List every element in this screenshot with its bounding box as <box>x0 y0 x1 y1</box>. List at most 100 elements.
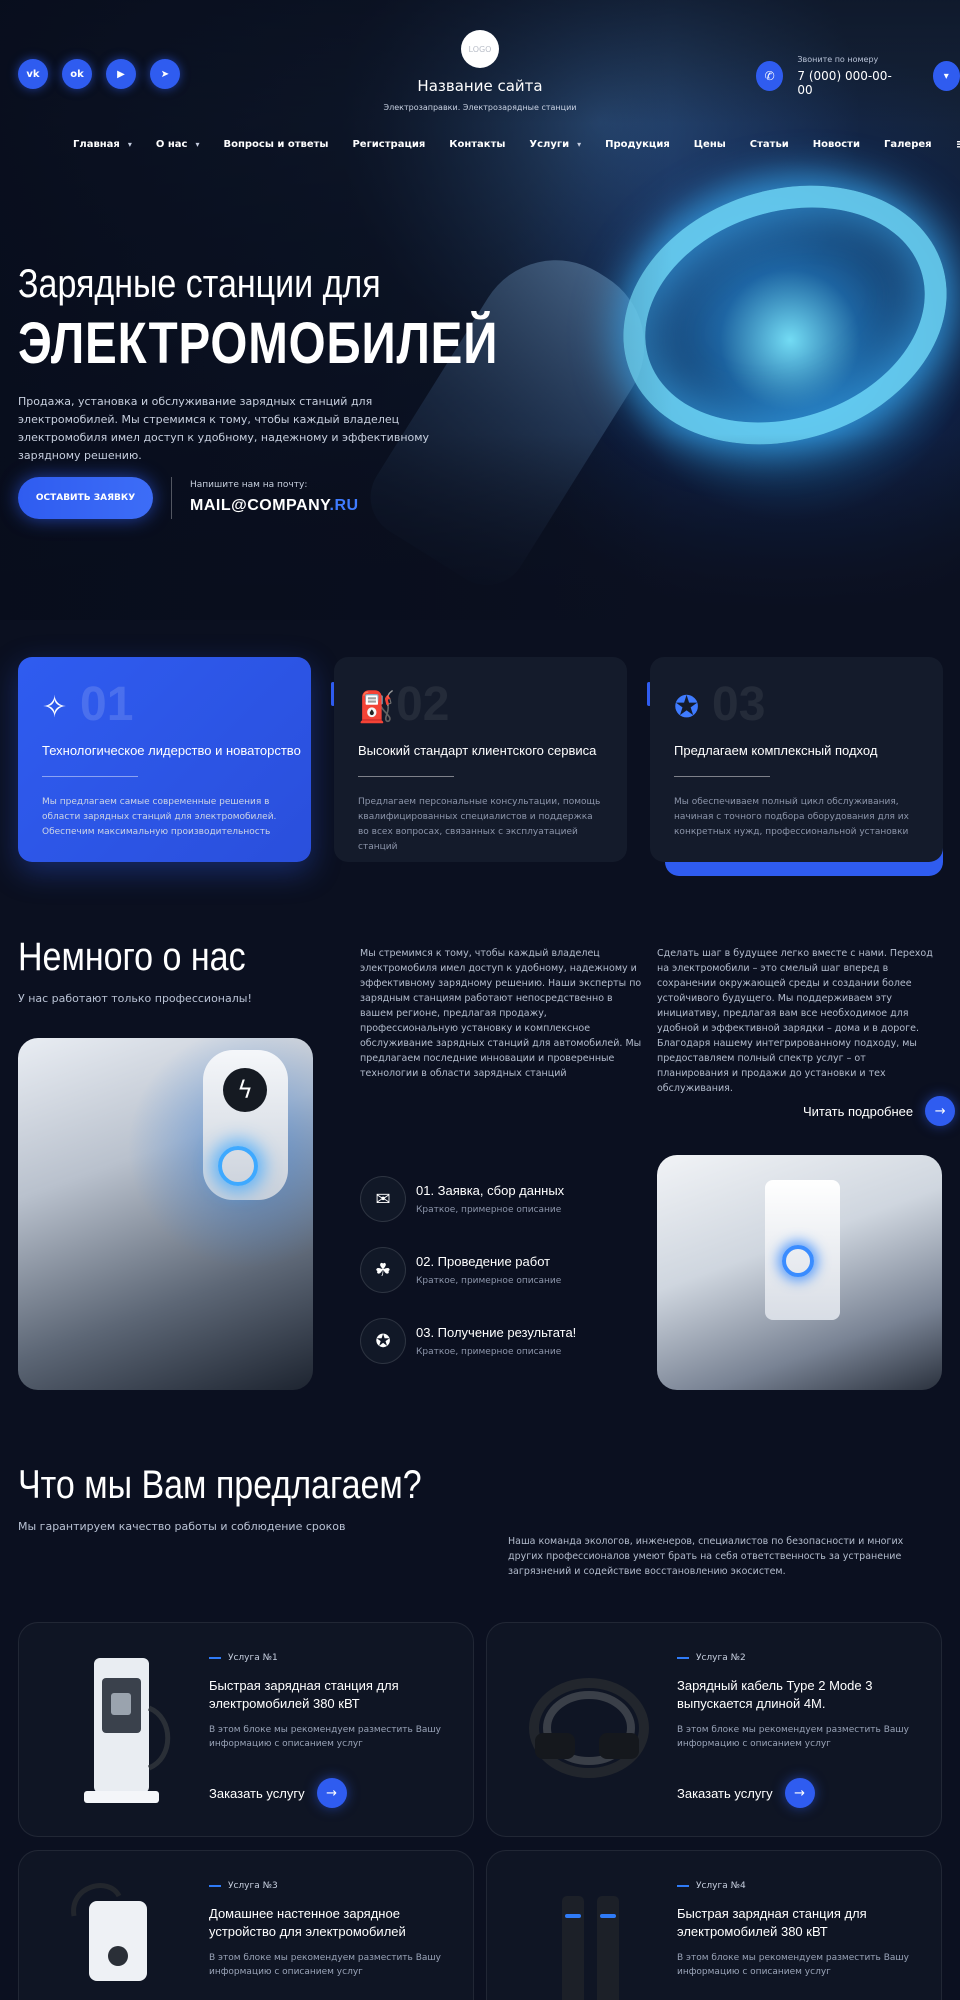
feature-text: Мы обеспечиваем полный цикл обслуживания… <box>674 797 909 837</box>
telegram-icon[interactable]: ➤ <box>150 59 180 89</box>
step-item: ☘ 02. Проведение работ Краткое, примерно… <box>360 1247 561 1293</box>
divider <box>674 776 770 777</box>
service-title: Быстрая зарядная станция для электромоби… <box>677 1906 867 1939</box>
phone-icon[interactable]: ✆ <box>756 61 784 91</box>
sparkle-icon: ✧ <box>42 690 68 725</box>
youtube-icon[interactable]: ▶ <box>106 59 136 89</box>
nav-item-news[interactable]: Новости <box>813 139 860 150</box>
mail-link[interactable]: MAIL@COMPANY.RU <box>190 497 359 515</box>
arrow-right-icon[interactable]: → <box>316 1778 347 1808</box>
award-icon: ✪ <box>674 690 700 725</box>
main-nav: Главная ▾ О нас ▾ Вопросы и ответы Регистр… <box>73 137 960 151</box>
feature-card-1[interactable]: ✧ 01 Технологическое лидерство и новатор… <box>18 657 311 862</box>
menu-icon[interactable]: ≡ <box>956 137 960 151</box>
feature-number: 02 <box>396 678 450 731</box>
charging-cable-image <box>529 1678 649 1778</box>
service-title: Домашнее настенное зарядное устройство д… <box>209 1906 406 1939</box>
phone-number[interactable]: 7 (000) 000-00-00 <box>797 69 897 97</box>
service-text: В этом блоке мы рекомендуем разместить В… <box>677 1953 909 1977</box>
social-links: vk ok ▶ ➤ <box>18 59 180 89</box>
divider <box>171 477 172 519</box>
step-item: ✉ 01. Заявка, сбор данных Краткое, приме… <box>360 1176 564 1222</box>
about-title: Немного о нас <box>18 935 246 979</box>
chevron-down-icon: ▾ <box>195 139 200 149</box>
services-title: Что мы Вам предлагаем? <box>18 1463 422 1507</box>
wall-charger-image <box>71 1883 147 1981</box>
service-text: В этом блоке мы рекомендуем разместить В… <box>677 1725 909 1749</box>
arrow-right-icon[interactable]: → <box>925 1096 956 1126</box>
site-name: Название сайта <box>417 77 543 95</box>
hero-description: Продажа, установка и обслуживание зарядн… <box>18 395 430 462</box>
nav-item-prices[interactable]: Цены <box>694 139 726 150</box>
nav-item-about[interactable]: О нас ▾ <box>156 139 200 150</box>
medal-icon: ✪ <box>360 1318 406 1364</box>
site-logo[interactable]: LOGO Название сайта Электрозаправки. Эле… <box>380 30 580 112</box>
feature-card-2[interactable]: ⛽ 02 Высокий стандарт клиентского сервис… <box>334 657 627 862</box>
site-subtitle: Электрозаправки. Электрозарядные станции <box>383 103 577 112</box>
charging-stations-image <box>657 1155 942 1390</box>
nav-item-faq[interactable]: Вопросы и ответы <box>223 139 328 150</box>
feature-text: Предлагаем персональные консультации, по… <box>358 797 601 852</box>
step-desc: Краткое, примерное описание <box>416 1276 562 1286</box>
feature-number: 01 <box>80 678 134 731</box>
logo-icon: LOGO <box>461 30 499 68</box>
lightning-icon: ϟ <box>223 1068 267 1112</box>
handshake-icon: ☘ <box>360 1247 406 1293</box>
service-tag: Услуга №3 <box>228 1881 278 1891</box>
read-more-link[interactable]: Читать подробнее → <box>803 1096 956 1126</box>
charging-posts-image <box>562 1896 619 2000</box>
order-service-link[interactable]: Заказать услугу → <box>677 1778 815 1808</box>
nav-item-services[interactable]: Услуги ▾ <box>529 139 581 150</box>
feature-card-3[interactable]: ✪ 03 Предлагаем комплексный подход Мы об… <box>650 657 943 862</box>
service-tag: Услуга №2 <box>696 1653 746 1663</box>
service-title: Быстрая зарядная станция для электромоби… <box>209 1678 399 1711</box>
order-service-link[interactable]: Заказать услугу → <box>209 1778 347 1808</box>
services-subtitle: Мы гарантируем качество работы и соблюде… <box>18 1520 346 1533</box>
step-desc: Краткое, примерное описание <box>416 1205 562 1215</box>
vk-icon[interactable]: vk <box>18 59 48 89</box>
service-tag: Услуга №4 <box>696 1881 746 1891</box>
chevron-down-icon: ▾ <box>127 139 132 149</box>
nav-item-products[interactable]: Продукция <box>605 139 670 150</box>
about-text-2: Сделать шаг в будущее легко вместе с нам… <box>657 948 933 1094</box>
odnoklassniki-icon[interactable]: ok <box>62 59 92 89</box>
service-card-1: Услуга №1 Быстрая зарядная станция для э… <box>18 1622 474 1837</box>
step-title: 03. Получение результата! <box>416 1325 577 1340</box>
service-card-2: Услуга №2 Зарядный кабель Type 2 Mode 3 … <box>486 1622 942 1837</box>
feature-number: 03 <box>712 678 766 731</box>
nav-item-registration[interactable]: Регистрация <box>352 139 425 150</box>
divider <box>42 776 138 777</box>
feature-title: Высокий стандарт клиентского сервиса <box>358 743 597 758</box>
about-text-1: Мы стремимся к тому, чтобы каждый владел… <box>360 948 642 1079</box>
service-text: В этом блоке мы рекомендуем разместить В… <box>209 1725 441 1749</box>
charging-station-icon: ⛽ <box>358 690 396 725</box>
step-title: 02. Проведение работ <box>416 1254 551 1269</box>
nav-item-contacts[interactable]: Контакты <box>449 139 505 150</box>
hero-title-line2: ЭЛЕКТРОМОБИЛЕЙ <box>18 311 499 376</box>
nav-item-gallery[interactable]: Галерея <box>884 139 932 150</box>
about-subtitle: У нас работают только профессионалы! <box>18 992 252 1005</box>
hero-title-line1: Зарядные станции для <box>18 262 381 306</box>
request-button[interactable]: ОСТАВИТЬ ЗАЯВКУ <box>18 477 153 519</box>
charging-station-image <box>84 1658 171 1803</box>
step-item: ✪ 03. Получение результата! Краткое, при… <box>360 1318 576 1364</box>
feature-title: Предлагаем комплексный подход <box>674 743 878 758</box>
service-card-3: Услуга №3 Домашнее настенное зарядное ус… <box>18 1850 474 2000</box>
nav-item-articles[interactable]: Статьи <box>750 139 789 150</box>
service-card-4: Услуга №4 Быстрая зарядная станция для э… <box>486 1850 942 2000</box>
feature-text: Мы предлагаем самые современные решения … <box>42 797 277 837</box>
arrow-right-icon[interactable]: → <box>784 1778 815 1808</box>
service-title: Зарядный кабель Type 2 Mode 3 выпускаетс… <box>677 1678 873 1711</box>
step-desc: Краткое, примерное описание <box>416 1347 562 1357</box>
services-description: Наша команда экологов, инженеров, специа… <box>508 1536 904 1577</box>
service-text: В этом блоке мы рекомендуем разместить В… <box>209 1953 441 1977</box>
phone-label: Звоните по номеру <box>797 55 879 64</box>
chevron-down-icon[interactable]: ▾ <box>932 61 960 91</box>
charger-car-image: ϟ <box>18 1038 313 1390</box>
divider <box>358 776 454 777</box>
mail-label: Напишите нам на почту: <box>190 480 308 490</box>
envelope-icon: ✉ <box>360 1176 406 1222</box>
feature-title: Технологическое лидерство и новаторство <box>42 743 301 758</box>
nav-item-home[interactable]: Главная ▾ <box>73 139 132 150</box>
service-tag: Услуга №1 <box>228 1653 278 1663</box>
